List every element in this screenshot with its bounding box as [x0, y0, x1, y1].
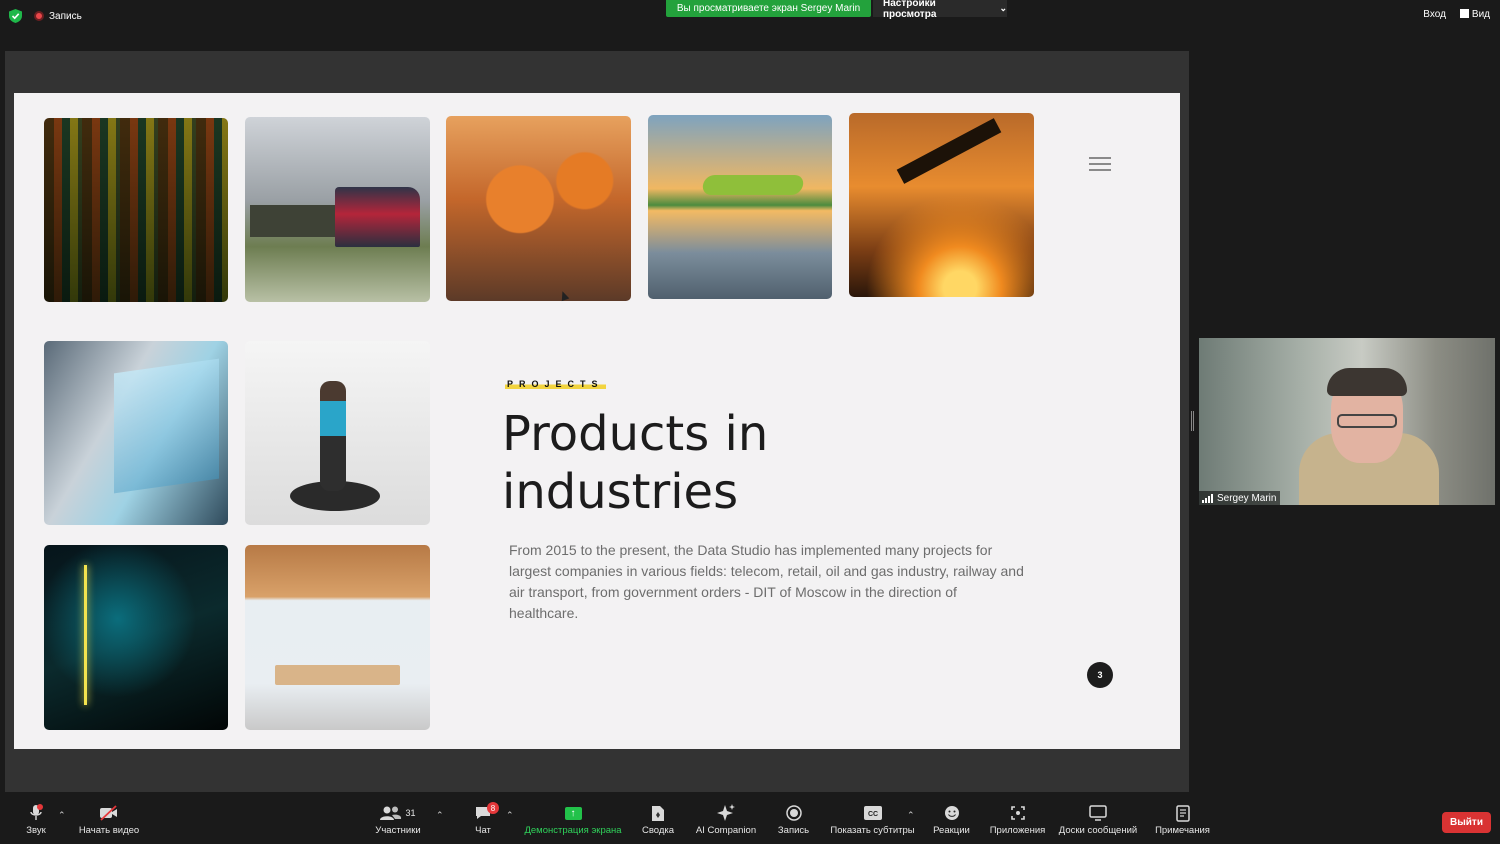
recording-indicator[interactable]: Запись: [34, 8, 82, 24]
share-screen-button[interactable]: ↑ Демонстрация экрана: [524, 800, 622, 844]
recording-label: Запись: [49, 10, 82, 22]
photo-vr-treadmill: [245, 341, 430, 525]
whiteboards-label: Доски сообщений: [1058, 825, 1138, 836]
speaker-name: Sergey Marin: [1217, 492, 1277, 504]
recording-dot-icon: [34, 11, 44, 21]
section-tag: PROJECTS: [505, 379, 606, 389]
audio-label: Звук: [26, 825, 46, 836]
chevron-down-icon: ⌄: [999, 3, 1007, 13]
whiteboard-icon: [1089, 805, 1107, 821]
speaker-video-tile[interactable]: [1199, 338, 1495, 505]
signal-strength-icon: [1202, 493, 1213, 503]
top-bar: Запись Вы просматриваете экран Sergey Ma…: [0, 0, 1500, 32]
photo-green-airplane: [648, 115, 832, 299]
summary-button[interactable]: Сводка: [642, 800, 674, 844]
chat-button[interactable]: 8 Чат: [474, 800, 499, 844]
view-settings-dropdown[interactable]: Настройки просмотра ⌄: [873, 0, 1007, 20]
photo-excavator-sunset: [849, 113, 1034, 297]
security-shield-icon[interactable]: [9, 9, 22, 23]
captions-caret-icon[interactable]: ⌃: [907, 810, 915, 821]
photo-digital-retail: [44, 545, 228, 730]
participants-count: 31: [405, 808, 416, 818]
signin-button[interactable]: Вход: [1423, 9, 1446, 20]
slide-body-text: From 2015 to the present, the Data Studi…: [509, 542, 1024, 621]
view-settings-label: Настройки просмотра: [883, 0, 937, 20]
captions-label: Показать субтитры: [830, 825, 915, 836]
presentation-slide: PROJECTS Products in industries From 201…: [14, 93, 1180, 749]
captions-button[interactable]: CC Показать субтитры: [830, 800, 915, 844]
audio-button[interactable]: Звук: [22, 800, 50, 844]
viewing-screen-banner: Вы просматриваете экран Sergey Marin: [666, 0, 871, 17]
participants-label: Участники: [375, 825, 421, 836]
leave-meeting-button[interactable]: Выйти: [1442, 812, 1491, 833]
chat-unread-badge: 8: [487, 802, 499, 814]
meeting-toolbar: Звук ⌃ Начать видео 31 Участники ⌃ 8 Чат…: [0, 800, 1500, 844]
view-layout-icon: [1459, 9, 1469, 18]
svg-text:CC: CC: [867, 811, 877, 818]
hamburger-menu-icon[interactable]: [1089, 157, 1111, 171]
record-icon: [785, 805, 802, 821]
reactions-label: Реакции: [933, 825, 970, 836]
record-button[interactable]: Запись: [778, 800, 809, 844]
closed-captions-icon: CC: [863, 806, 882, 820]
photo-industrial-robots: [446, 116, 631, 301]
share-screen-label: Демонстрация экрана: [524, 825, 622, 836]
participants-button[interactable]: 31 Участники: [375, 800, 421, 844]
participants-icon: [380, 806, 402, 820]
share-arrow-icon: ↑: [564, 806, 582, 820]
apps-button[interactable]: Приложения: [989, 800, 1046, 844]
slide-title: Products in industries: [502, 406, 769, 520]
audio-options-caret-icon[interactable]: ⌃: [58, 810, 66, 821]
apps-label: Приложения: [989, 825, 1046, 836]
photo-rail-yard: [44, 118, 228, 302]
photo-electronics-store: [245, 545, 430, 730]
ai-companion-button[interactable]: AI Companion: [696, 800, 756, 844]
whiteboards-button[interactable]: Доски сообщений: [1058, 800, 1138, 844]
start-video-button[interactable]: Начать видео: [79, 800, 139, 844]
speaker-name-tag: Sergey Marin: [1199, 491, 1281, 505]
ai-companion-label: AI Companion: [695, 825, 757, 836]
resize-handle[interactable]: [1191, 411, 1194, 431]
chat-label: Чат: [475, 825, 491, 836]
record-label: Запись: [777, 825, 810, 836]
summary-document-icon: [652, 805, 664, 821]
top-right-controls: Вход Вид: [1423, 9, 1490, 20]
microphone-icon: [30, 804, 43, 820]
reaction-emoji-icon: [944, 806, 959, 820]
apps-icon: [1010, 806, 1025, 820]
notes-button[interactable]: Примечания: [1154, 800, 1211, 844]
photo-freight-train: [245, 117, 430, 302]
zoom-meeting-window: Запись Вы просматриваете экран Sergey Ma…: [0, 0, 1500, 844]
notes-icon: [1175, 804, 1190, 822]
participants-caret-icon[interactable]: ⌃: [436, 810, 444, 821]
ai-sparkle-icon: [717, 804, 735, 821]
view-label: Вид: [1471, 9, 1490, 20]
notes-label: Примечания: [1155, 825, 1210, 836]
page-number-badge: 3: [1087, 662, 1113, 688]
view-button[interactable]: Вид: [1459, 9, 1490, 20]
summary-label: Сводка: [641, 825, 675, 836]
photo-doctor-hologram: [44, 341, 228, 525]
reactions-button[interactable]: Реакции: [933, 800, 970, 844]
chat-caret-icon[interactable]: ⌃: [506, 810, 514, 821]
video-off-icon: [100, 805, 117, 821]
start-video-label: Начать видео: [78, 825, 140, 836]
